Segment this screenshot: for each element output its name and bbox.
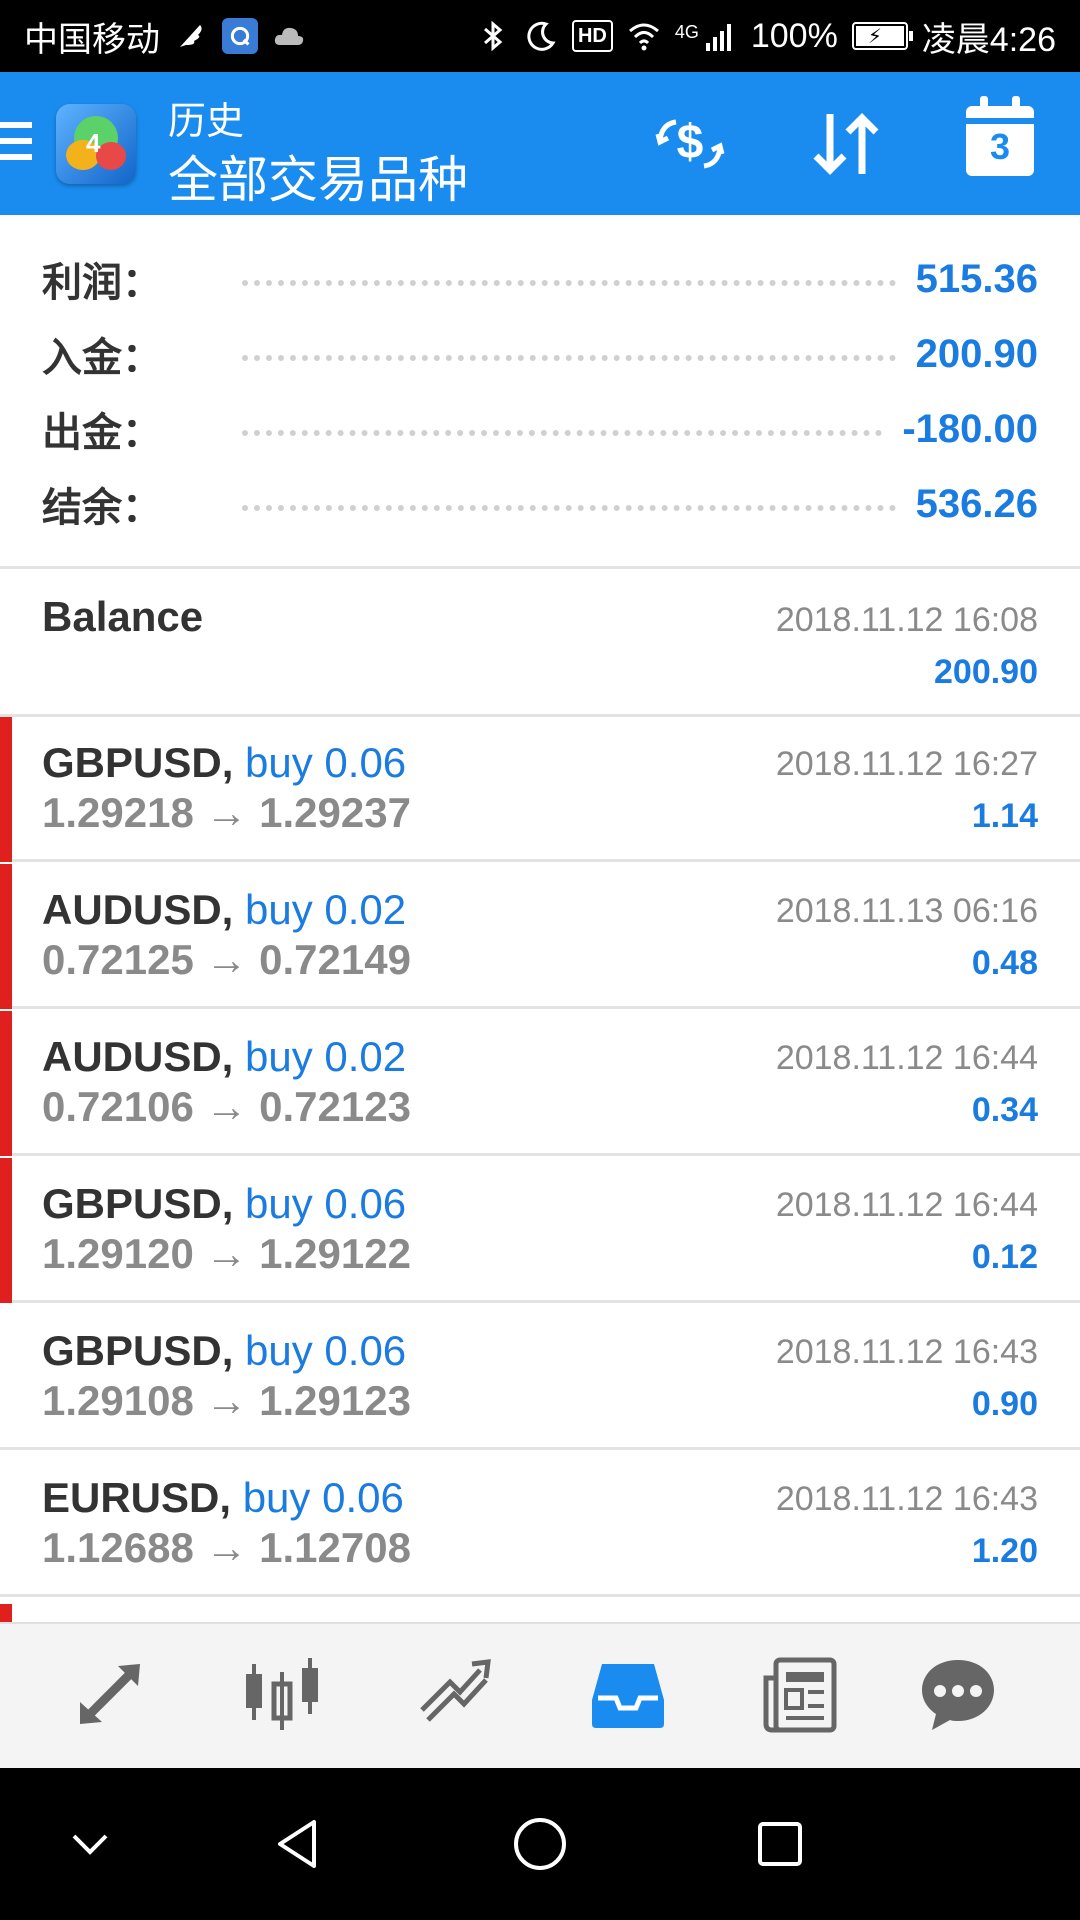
dotted-leader xyxy=(242,280,896,286)
cloud-icon xyxy=(272,19,306,53)
deal-symbol: GBPUSD, xyxy=(42,1327,234,1374)
history-icon[interactable] xyxy=(588,1654,668,1734)
table-row[interactable]: GBPUSD, buy 0.06 1.29218 → 1.29237 2018.… xyxy=(0,717,1080,862)
signal-icon xyxy=(703,19,737,53)
currency-exchange-icon[interactable]: $ xyxy=(650,104,730,184)
balance-row[interactable]: Balance 2018.11.12 16:08 200.90 xyxy=(0,569,1080,717)
trade-icon[interactable] xyxy=(414,1654,494,1734)
table-row[interactable]: GBPUSD, buy 0.06 1.29120 → 1.29122 2018.… xyxy=(0,1158,1080,1303)
mt4-logo-icon: 4 xyxy=(56,104,136,184)
wifi-icon xyxy=(627,19,661,53)
news-icon[interactable] xyxy=(760,1654,840,1734)
sort-icon[interactable] xyxy=(806,104,886,184)
buy-marker xyxy=(0,1011,12,1156)
deal-datetime: 2018.11.12 16:43 xyxy=(775,1333,1038,1371)
summary-label: 出金： xyxy=(42,411,162,455)
carrier-label: 中国移动 xyxy=(24,20,160,59)
balance-amount: 200.90 xyxy=(934,653,1038,691)
home-icon[interactable] xyxy=(508,1812,572,1876)
deal-prices: 0.72106 → 0.72123 xyxy=(42,1083,411,1130)
deal-symbol: AUDUSD, xyxy=(42,886,234,933)
deal-datetime: 2018.11.12 16:44 xyxy=(775,1186,1038,1224)
deal-profit: 0.48 xyxy=(971,944,1038,982)
deal-datetime: 2018.11.12 16:27 xyxy=(775,745,1038,783)
buy-marker xyxy=(0,864,12,1009)
deal-profit: 0.12 xyxy=(971,1238,1038,1276)
summary-row-withdrawal: 出金： -180.00 xyxy=(42,399,1038,459)
summary-row-deposit: 入金： 200.90 xyxy=(42,324,1038,384)
dotted-leader xyxy=(242,430,883,436)
deal-symbol: AUDUSD, xyxy=(42,1033,234,1080)
summary-label: 结余： xyxy=(42,486,162,530)
table-row[interactable]: AUDUSD, buy 0.02 0.72106 → 0.72123 2018.… xyxy=(0,1011,1080,1156)
dotted-leader xyxy=(242,505,896,511)
hd-badge: HD xyxy=(571,20,613,52)
dotted-leader xyxy=(242,355,896,361)
deal-profit: 1.20 xyxy=(971,1532,1038,1570)
buy-marker xyxy=(0,1604,12,1622)
calendar-icon[interactable]: 3 xyxy=(966,96,1034,176)
deal-action: buy 0.06 xyxy=(245,739,407,786)
summary-row-profit: 利润： 515.36 xyxy=(42,249,1038,309)
deal-prices: 1.29218 → 1.29237 xyxy=(42,789,411,836)
menu-icon[interactable] xyxy=(0,122,32,170)
deal-profit: 0.34 xyxy=(971,1091,1038,1129)
balance-label: Balance xyxy=(42,593,204,640)
deal-symbol: GBPUSD, xyxy=(42,739,234,786)
battery-percent: 100% xyxy=(750,16,838,55)
summary-panel: 利润： 515.36 入金： 200.90 出金： -180.00 结余： 53… xyxy=(0,215,1080,567)
deal-symbol: EURUSD, xyxy=(42,1474,232,1521)
buy-marker xyxy=(0,717,12,862)
bottom-nav xyxy=(0,1622,1080,1770)
buy-marker xyxy=(0,1158,12,1303)
deal-prices: 1.29108 → 1.29123 xyxy=(42,1377,411,1424)
table-row[interactable]: GBPUSD, buy 0.06 1.29108 → 1.29123 2018.… xyxy=(0,1305,1080,1450)
moon-icon xyxy=(524,19,558,53)
back-icon[interactable] xyxy=(268,1812,332,1876)
deal-action: buy 0.02 xyxy=(245,1033,407,1080)
bluetooth-icon xyxy=(476,19,510,53)
svg-text:$: $ xyxy=(677,116,704,169)
deal-datetime: 2018.11.13 06:16 xyxy=(775,892,1038,930)
app-header: 4 历史 全部交易品种 $ 3 xyxy=(0,72,1080,215)
chart-icon[interactable] xyxy=(242,1654,322,1734)
battery-icon: ⚡ xyxy=(851,22,913,50)
app-notification-icon xyxy=(222,18,258,54)
feather-icon xyxy=(174,19,208,53)
deal-profit: 0.90 xyxy=(971,1385,1038,1423)
recents-icon[interactable] xyxy=(748,1812,812,1876)
system-nav-bar xyxy=(0,1768,1080,1920)
balance-datetime: 2018.11.12 16:08 xyxy=(775,601,1038,639)
deal-action: buy 0.06 xyxy=(245,1180,407,1227)
deal-datetime: 2018.11.12 16:44 xyxy=(775,1039,1038,1077)
deal-symbol: GBPUSD, xyxy=(42,1180,234,1227)
clock: 凌晨4:26 xyxy=(921,20,1056,59)
summary-label: 入金： xyxy=(42,336,162,380)
deal-action: buy 0.02 xyxy=(245,886,407,933)
deal-datetime: 2018.11.12 16:43 xyxy=(775,1480,1038,1518)
deal-prices: 0.72125 → 0.72149 xyxy=(42,936,411,983)
deal-profit: 1.14 xyxy=(971,797,1038,835)
table-row[interactable]: EURUSD, buy 0.06 1.12688 → 1.12708 2018.… xyxy=(0,1452,1080,1597)
quotes-icon[interactable] xyxy=(70,1654,150,1734)
deal-action: buy 0.06 xyxy=(245,1327,407,1374)
header-title[interactable]: 全部交易品种 xyxy=(168,140,468,212)
deal-action: buy 0.06 xyxy=(242,1474,404,1521)
deal-prices: 1.12688 → 1.12708 xyxy=(42,1524,411,1571)
summary-label: 利润： xyxy=(42,261,162,305)
summary-value: 515.36 xyxy=(915,256,1038,301)
summary-value: 536.26 xyxy=(915,481,1038,526)
deal-prices: 1.29120 → 1.29122 xyxy=(42,1230,411,1277)
chat-icon[interactable] xyxy=(918,1654,998,1734)
status-bar: 中国移动 HD 4G 100% ⚡ 凌晨4:26 xyxy=(0,0,1080,72)
summary-row-balance: 结余： 536.26 xyxy=(42,474,1038,534)
chevron-down-icon[interactable] xyxy=(58,1812,122,1876)
summary-value: -180.00 xyxy=(902,406,1038,451)
table-row[interactable]: AUDUSD, buy 0.02 0.72125 → 0.72149 2018.… xyxy=(0,864,1080,1009)
header-subtitle: 历史 xyxy=(168,101,245,143)
network-type: 4G xyxy=(674,21,699,42)
summary-value: 200.90 xyxy=(915,331,1038,376)
